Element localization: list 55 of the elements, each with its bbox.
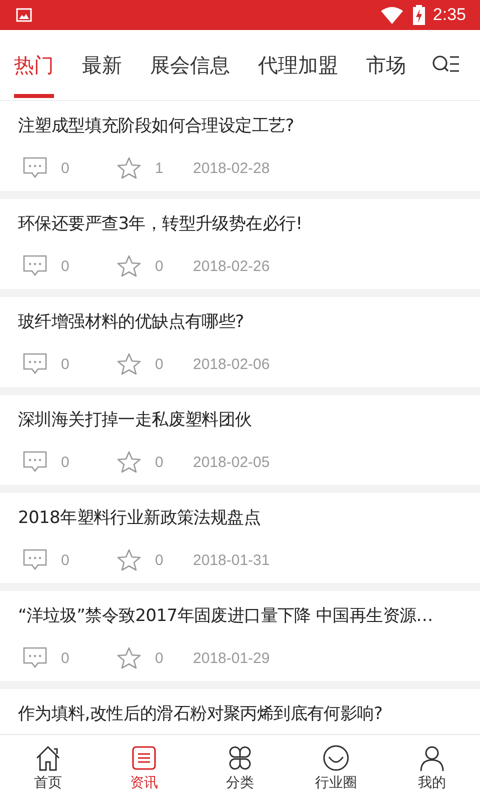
comment-count: 0 (60, 160, 70, 176)
clock-time: 2:35 (432, 5, 466, 25)
category-tab[interactable]: 热门 (0, 30, 68, 100)
comment-icon[interactable] (23, 647, 47, 669)
star-icon[interactable] (117, 549, 141, 571)
favorite-count: 0 (154, 258, 164, 274)
nav-tab[interactable]: 分类 (192, 735, 288, 800)
category-tab[interactable]: 代理加盟 (244, 30, 352, 100)
favorite-count: 0 (154, 454, 164, 470)
comment-count: 0 (60, 552, 70, 568)
comment-count: 0 (60, 454, 70, 470)
article-title[interactable]: “洋垃圾”禁令致2017年固废进口量下降 中国再生资源… (18, 603, 466, 629)
comment-icon[interactable] (23, 549, 47, 571)
article-date: 2018-01-29 (193, 650, 270, 666)
article-title[interactable]: 玻纤增强材料的优缺点有哪些? (18, 309, 466, 335)
category-tab[interactable]: 最新 (68, 30, 136, 100)
favorite-count: 0 (154, 650, 164, 666)
category-tab[interactable]: 市场 (352, 30, 420, 100)
comment-count: 0 (60, 650, 70, 666)
star-icon[interactable] (117, 255, 141, 277)
wifi-icon (380, 6, 403, 24)
favorite-count: 1 (154, 160, 164, 176)
favorite-count: 0 (154, 552, 164, 568)
article-title[interactable]: 注塑成型填充阶段如何合理设定工艺? (18, 113, 466, 139)
battery-icon (412, 5, 425, 25)
category-tab[interactable]: 展会信息 (136, 30, 244, 100)
star-icon[interactable] (117, 353, 141, 375)
article-title[interactable]: 作为填料,改性后的滑石粉对聚丙烯到底有何影响? (18, 701, 466, 727)
nav-tab[interactable]: 行业圈 (288, 735, 384, 800)
article-title[interactable]: 环保还要严查3年，转型升级势在必行! (18, 211, 466, 237)
star-icon[interactable] (117, 157, 141, 179)
article-date: 2018-01-31 (193, 552, 270, 568)
favorite-count: 0 (154, 356, 164, 372)
nav-tab[interactable]: 资讯 (96, 735, 192, 800)
comment-count: 0 (60, 258, 70, 274)
article-date: 2018-02-26 (193, 258, 270, 274)
article-date: 2018-02-28 (193, 160, 270, 176)
article-title[interactable]: 深圳海关打掉一走私废塑料团伙 (18, 407, 466, 433)
star-icon[interactable] (117, 647, 141, 669)
list-icon (130, 744, 158, 772)
comment-icon[interactable] (23, 451, 47, 473)
person-icon (418, 744, 446, 772)
article-date: 2018-02-06 (193, 356, 270, 372)
comment-icon[interactable] (23, 255, 47, 277)
comment-icon[interactable] (23, 353, 47, 375)
nav-tab[interactable]: 首页 (0, 735, 96, 800)
smile-icon (322, 744, 350, 772)
image-icon (16, 8, 32, 22)
comment-icon[interactable] (23, 157, 47, 179)
house-icon (34, 744, 62, 772)
article-title[interactable]: 2018年塑料行业新政策法规盘点 (18, 505, 466, 531)
nav-tab[interactable]: 我的 (384, 735, 480, 800)
star-icon[interactable] (117, 451, 141, 473)
article-date: 2018-02-05 (193, 454, 270, 470)
comment-count: 0 (60, 356, 70, 372)
